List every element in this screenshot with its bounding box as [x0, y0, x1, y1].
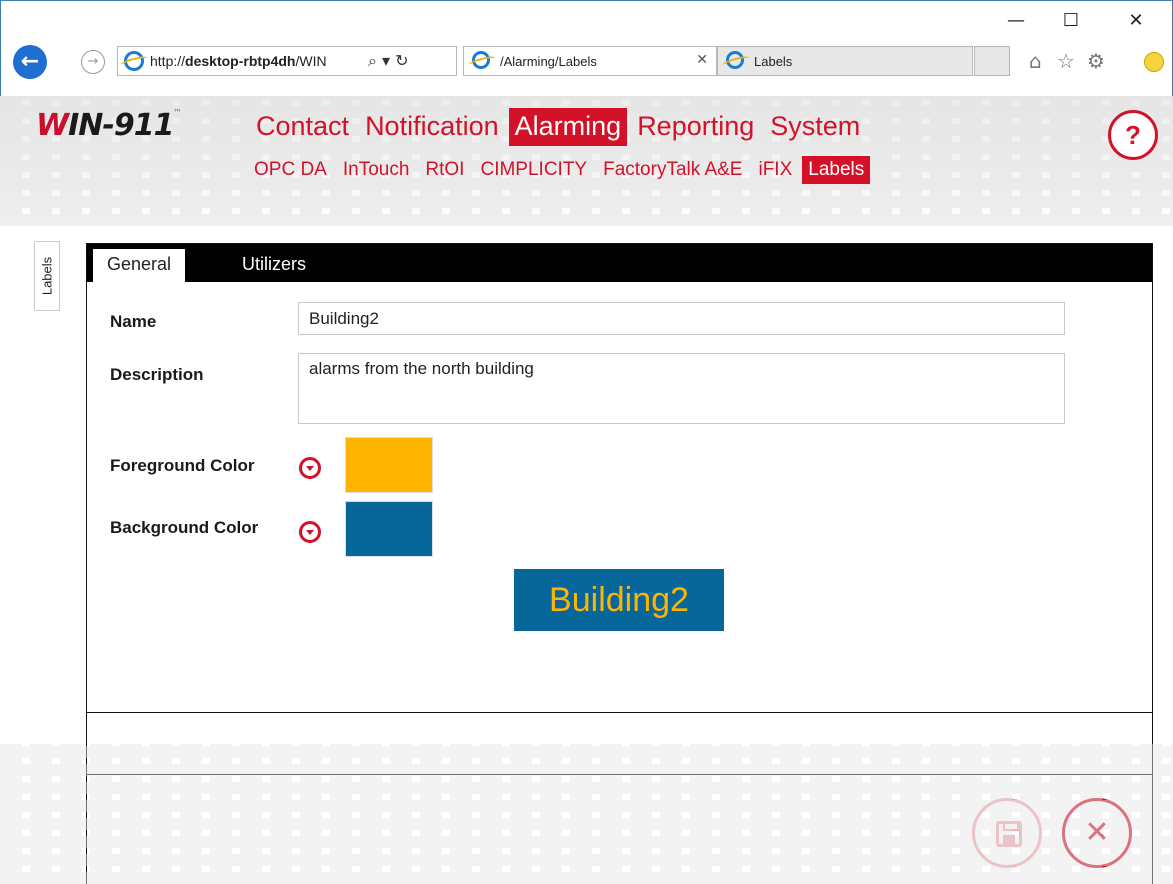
description-field[interactable]: alarms from the north building [298, 353, 1065, 424]
background-color-swatch[interactable] [345, 501, 433, 557]
foreground-color-swatch[interactable] [345, 437, 433, 493]
new-tab-button[interactable] [974, 46, 1010, 76]
smiley-icon[interactable] [1144, 52, 1164, 72]
forward-button[interactable]: → [81, 50, 105, 74]
back-button[interactable]: ← [13, 45, 47, 79]
nav-reporting[interactable]: Reporting [631, 108, 760, 146]
subnav-opc-da[interactable]: OPC DA [248, 156, 333, 184]
description-label: Description [110, 365, 204, 384]
address-text: http://desktop-rbtp4dh/WIN [150, 53, 327, 69]
panel-tab-bar: General Utilizers [87, 244, 1152, 282]
divider [87, 712, 1152, 713]
subnav-intouch[interactable]: InTouch [337, 156, 416, 184]
help-button[interactable]: ? [1108, 110, 1158, 160]
address-bar[interactable]: http://desktop-rbtp4dh/WIN ⌕ ▾ ↻ [117, 46, 457, 76]
foreground-color-dropdown-icon[interactable] [299, 457, 321, 479]
favorites-icon[interactable]: ☆ [1057, 49, 1075, 73]
app-area: WIN-911™ Contact Notification Alarming R… [0, 96, 1173, 884]
tab-label: /Alarming/Labels [500, 54, 597, 69]
nav-alarming[interactable]: Alarming [508, 108, 628, 146]
subnav-rtoi[interactable]: RtOI [419, 156, 470, 184]
tab-utilizers[interactable]: Utilizers [228, 249, 320, 282]
subnav-labels[interactable]: Labels [802, 156, 871, 184]
subnav-factorytalk[interactable]: FactoryTalk A&E [597, 156, 748, 184]
close-icon: ✕ [1084, 815, 1110, 850]
tab-general[interactable]: General [93, 249, 186, 282]
nav-system[interactable]: System [764, 108, 866, 146]
nav-notification[interactable]: Notification [359, 108, 505, 146]
minimize-button[interactable]: — [1001, 9, 1031, 33]
ie-icon [472, 51, 490, 69]
side-tab-labels[interactable]: Labels [34, 241, 60, 311]
foreground-color-label: Foreground Color [110, 456, 255, 475]
subnav-ifix[interactable]: iFIX [752, 156, 798, 184]
divider [87, 774, 1152, 775]
label-editor-panel: General Utilizers Name Description alarm… [86, 243, 1153, 884]
address-tools[interactable]: ⌕ ▾ ↻ [368, 51, 409, 71]
save-button[interactable] [972, 798, 1042, 868]
tab-labels[interactable]: Labels [717, 46, 973, 76]
win911-logo: WIN-911™ [36, 108, 181, 143]
background-color-dropdown-icon[interactable] [299, 521, 321, 543]
background-color-label: Background Color [110, 518, 259, 537]
settings-icon[interactable]: ⚙ [1087, 49, 1105, 73]
name-label: Name [110, 312, 157, 331]
nav-contact[interactable]: Contact [250, 108, 355, 146]
label-preview: Building2 [514, 569, 724, 631]
browser-chrome: — ☐ ✕ ← → http://desktop-rbtp4dh/WIN ⌕ ▾… [0, 0, 1173, 96]
ie-icon [124, 51, 144, 71]
side-tab-label: Labels [39, 256, 55, 296]
name-field[interactable] [298, 302, 1065, 335]
tab-label: Labels [754, 54, 793, 69]
sub-nav: OPC DA InTouch RtOI CIMPLICITY FactoryTa… [248, 156, 871, 184]
cancel-button[interactable]: ✕ [1062, 798, 1132, 868]
main-nav: Contact Notification Alarming Reporting … [250, 108, 866, 146]
tab-alarming-labels[interactable]: /Alarming/Labels ✕ [463, 46, 717, 76]
maximize-button[interactable]: ☐ [1056, 9, 1086, 33]
ie-icon [726, 51, 744, 69]
tab-close-icon[interactable]: ✕ [696, 52, 708, 68]
subnav-cimplicity[interactable]: CIMPLICITY [474, 156, 593, 184]
close-window-button[interactable]: ✕ [1121, 9, 1151, 33]
floppy-disk-icon [996, 821, 1022, 847]
home-icon[interactable]: ⌂ [1029, 49, 1042, 73]
